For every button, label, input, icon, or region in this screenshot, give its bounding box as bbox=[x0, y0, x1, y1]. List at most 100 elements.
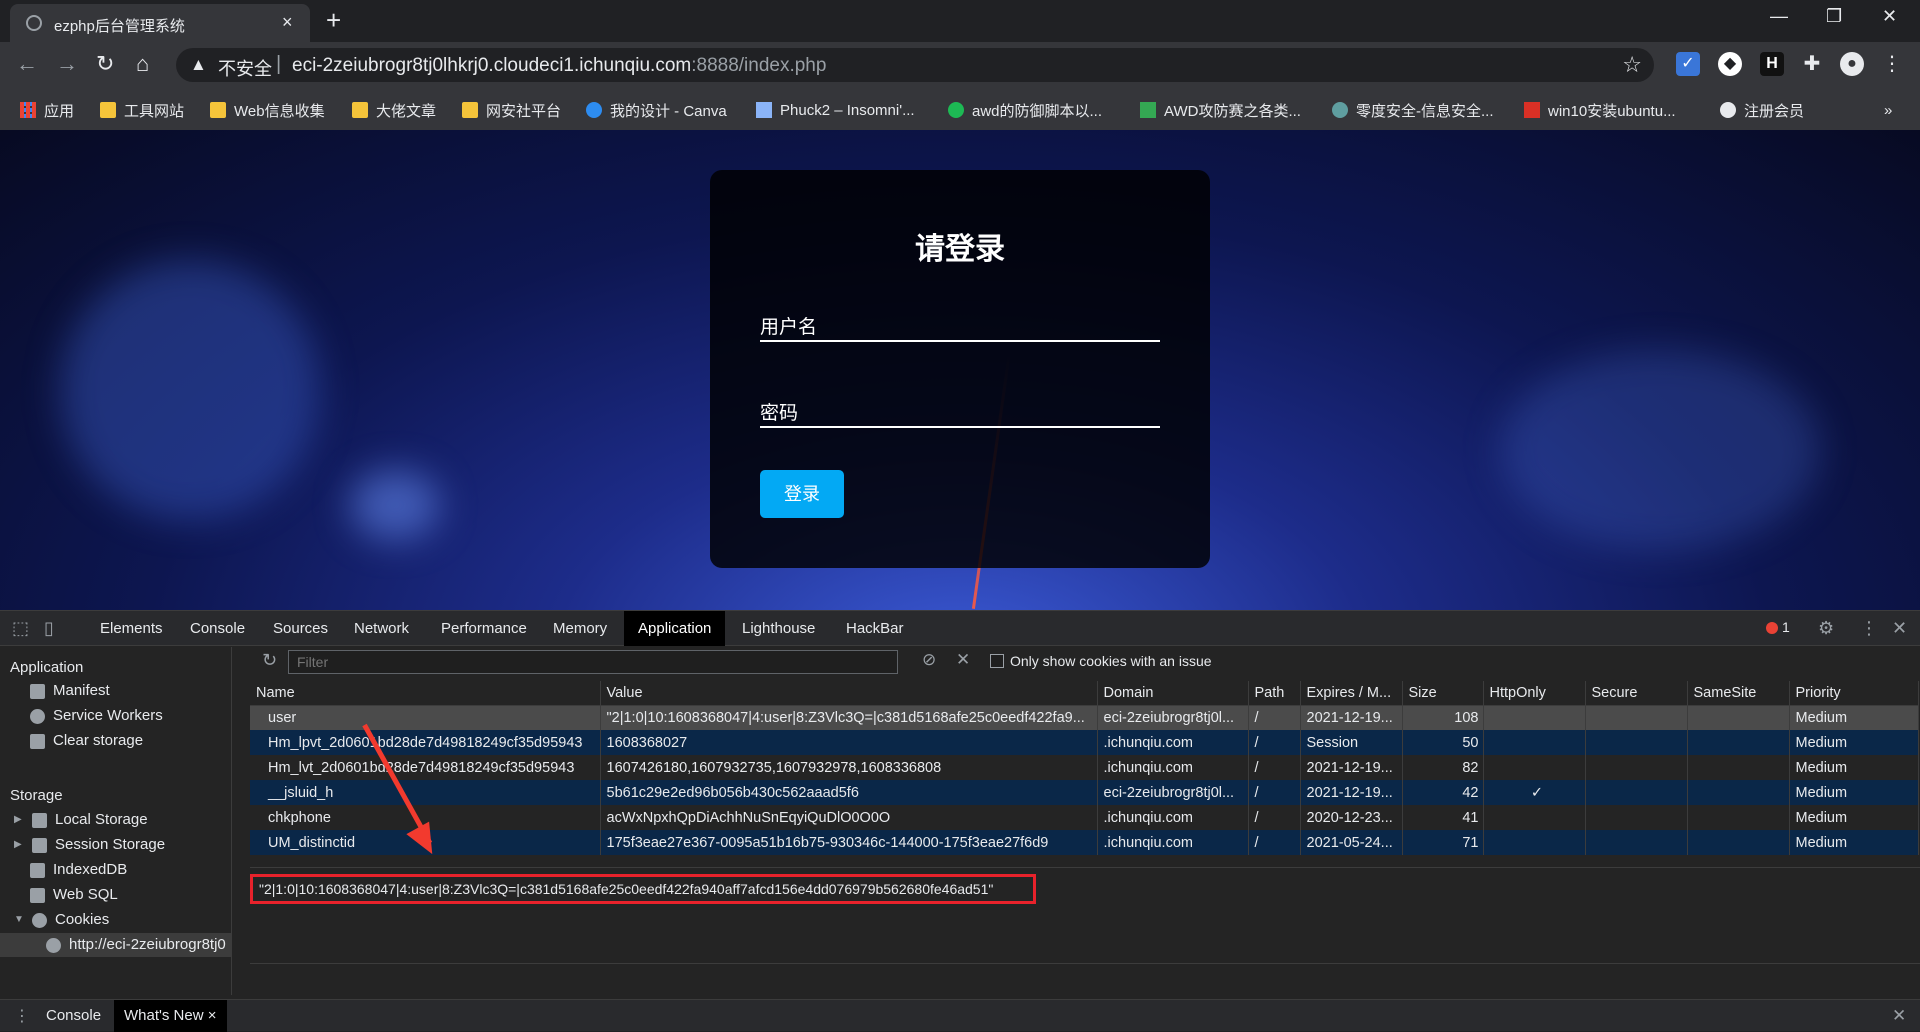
bookmark-awd-attack[interactable]: AWD攻防赛之各类... bbox=[1140, 99, 1301, 121]
table-row[interactable]: __jsluid_h 5b61c29e2ed96b056b430c562aaad… bbox=[250, 780, 1919, 805]
table-row[interactable]: Hm_lvt_2d0601bd28de7d49818249cf35d95943 … bbox=[250, 755, 1919, 780]
table-row[interactable]: user "2|1:0|10:1608368047|4:user|8:Z3Vlc… bbox=[250, 705, 1919, 730]
drawer-tab-console[interactable]: Console bbox=[36, 1000, 111, 1032]
address-bar[interactable]: ▲ 不安全 | eci-2zeiubrogr8tj0lhkrj0.cloudec… bbox=[176, 48, 1654, 82]
column-header-domain[interactable]: Domain bbox=[1097, 681, 1249, 706]
cell-path: / bbox=[1248, 830, 1301, 855]
bookmark-phuck2[interactable]: Phuck2 – Insomni'... bbox=[756, 99, 915, 121]
restore-button[interactable]: ❐ bbox=[1826, 6, 1842, 27]
bookmarks-overflow-button[interactable]: » bbox=[1884, 99, 1892, 121]
tab-elements[interactable]: Elements bbox=[86, 611, 177, 646]
drawer-tab-whats-new[interactable]: What's New × bbox=[114, 1000, 227, 1032]
minimize-button[interactable]: — bbox=[1770, 6, 1788, 27]
sidebar-item-cookies[interactable]: ▼ Cookies bbox=[14, 908, 109, 932]
column-header-size[interactable]: Size bbox=[1402, 681, 1484, 706]
refresh-icon[interactable]: ↻ bbox=[262, 650, 277, 671]
devtools-close-icon[interactable]: ✕ bbox=[1892, 618, 1907, 639]
sidebar-item-clear-storage[interactable]: Clear storage bbox=[30, 729, 143, 753]
device-toolbar-icon[interactable]: ▯ bbox=[44, 618, 54, 639]
bookmark-folder[interactable]: 网安社平台 bbox=[462, 99, 561, 121]
back-button[interactable]: ← bbox=[16, 52, 38, 76]
new-tab-button[interactable]: + bbox=[326, 7, 341, 33]
forward-button[interactable]: → bbox=[56, 52, 78, 76]
extension-fox-icon[interactable]: ◆ bbox=[1718, 52, 1742, 76]
url-text[interactable]: eci-2zeiubrogr8tj0lhkrj0.cloudeci1.ichun… bbox=[292, 55, 826, 77]
tab-console[interactable]: Console bbox=[176, 611, 259, 646]
home-button[interactable]: ⌂ bbox=[136, 52, 149, 76]
sidebar-item-cookie-origin[interactable]: http://eci-2zeiubrogr8tj0 bbox=[0, 933, 232, 957]
table-row[interactable]: chkphone acWxNpxhQpDiAchhNuSnEqyiQuDlO0O… bbox=[250, 805, 1919, 830]
bookmark-lingdu[interactable]: 零度安全-信息安全... bbox=[1332, 99, 1494, 121]
sidebar-item-manifest[interactable]: Manifest bbox=[30, 679, 110, 703]
sidebar-item-session-storage[interactable]: ▶ Session Storage bbox=[14, 833, 165, 857]
error-count-badge[interactable]: 1 bbox=[1766, 619, 1790, 635]
bookmark-register[interactable]: 注册会员 bbox=[1720, 99, 1804, 121]
column-header-secure[interactable]: Secure bbox=[1585, 681, 1688, 706]
bookmark-apps[interactable]: 应用 bbox=[20, 99, 74, 121]
cookie-value-preview[interactable]: "2|1:0|10:1608368047|4:user|8:Z3Vlc3Q=|c… bbox=[250, 874, 1036, 904]
only-issue-checkbox[interactable]: Only show cookies with an issue bbox=[990, 653, 1212, 669]
password-input[interactable]: 密码 bbox=[760, 398, 1160, 428]
table-row[interactable]: UM_distinctid 175f3eae27e367-0095a51b16b… bbox=[250, 830, 1919, 855]
sidebar-item-web-sql[interactable]: Web SQL bbox=[30, 883, 118, 907]
extension-h-icon[interactable]: H bbox=[1760, 52, 1784, 76]
bookmark-folder[interactable]: Web信息收集 bbox=[210, 99, 325, 121]
column-header-expires[interactable]: Expires / M... bbox=[1300, 681, 1403, 706]
settings-gear-icon[interactable]: ⚙ bbox=[1818, 618, 1834, 639]
preview-divider bbox=[250, 963, 1920, 964]
application-sidebar: Application Manifest Service Workers Cle… bbox=[0, 647, 232, 1025]
checkbox-box[interactable] bbox=[990, 654, 1004, 668]
bookmark-star-icon[interactable]: ☆ bbox=[1622, 52, 1642, 78]
bookmark-win10[interactable]: win10安装ubuntu... bbox=[1524, 99, 1676, 121]
delete-selected-icon[interactable]: ✕ bbox=[956, 650, 970, 670]
column-header-value[interactable]: Value bbox=[600, 681, 1098, 706]
inspect-element-icon[interactable]: ⬚ bbox=[12, 618, 29, 639]
devtools-menu-icon[interactable]: ⋮ bbox=[1860, 618, 1878, 639]
cell-size: 71 bbox=[1402, 830, 1484, 855]
bookmark-folder[interactable]: 大佬文章 bbox=[352, 99, 436, 121]
collapse-arrow-icon[interactable]: ▼ bbox=[14, 908, 24, 932]
profile-avatar-icon[interactable]: ● bbox=[1840, 52, 1864, 76]
window-close-button[interactable]: ✕ bbox=[1882, 6, 1897, 27]
bookmark-folder[interactable]: 工具网站 bbox=[100, 99, 184, 121]
browser-menu-icon[interactable]: ⋮ bbox=[1880, 52, 1904, 76]
tab-sources[interactable]: Sources bbox=[259, 611, 342, 646]
tab-network[interactable]: Network bbox=[340, 611, 423, 646]
column-header-httponly[interactable]: HttpOnly bbox=[1483, 681, 1586, 706]
username-input[interactable]: 用户名 bbox=[760, 312, 1160, 342]
sidebar-item-local-storage[interactable]: ▶ Local Storage bbox=[14, 808, 148, 832]
column-header-name[interactable]: Name bbox=[250, 681, 601, 706]
column-header-path[interactable]: Path bbox=[1248, 681, 1301, 706]
reload-button[interactable]: ↻ bbox=[96, 52, 114, 76]
extension-shield-icon[interactable]: ✓ bbox=[1676, 52, 1700, 76]
warning-icon[interactable]: ▲ bbox=[190, 55, 207, 75]
column-header-samesite[interactable]: SameSite bbox=[1687, 681, 1790, 706]
tab-memory[interactable]: Memory bbox=[539, 611, 621, 646]
bookmark-awd-defense[interactable]: awd的防御脚本以... bbox=[948, 99, 1102, 121]
drawer-close-icon[interactable]: ✕ bbox=[1892, 1006, 1906, 1026]
cell-expires: 2021-12-19... bbox=[1300, 755, 1403, 780]
tab-lighthouse[interactable]: Lighthouse bbox=[728, 611, 829, 646]
column-header-priority[interactable]: Priority bbox=[1789, 681, 1919, 706]
tab-application[interactable]: Application bbox=[624, 611, 726, 646]
storage-section-header: Storage bbox=[10, 787, 63, 804]
drawer-menu-icon[interactable]: ⋮ bbox=[14, 1006, 30, 1026]
security-label[interactable]: 不安全 bbox=[218, 55, 272, 81]
clear-all-icon[interactable]: ⊘ bbox=[922, 650, 936, 670]
sidebar-item-service-workers[interactable]: Service Workers bbox=[30, 704, 163, 728]
background-blob bbox=[60, 260, 320, 520]
tab-close-icon[interactable]: × bbox=[282, 12, 293, 33]
tab-hackbar[interactable]: HackBar bbox=[832, 611, 918, 646]
expand-arrow-icon[interactable]: ▶ bbox=[14, 808, 24, 832]
browser-tab[interactable]: ezphp后台管理系统 × bbox=[10, 4, 310, 42]
sidebar-item-indexeddb[interactable]: IndexedDB bbox=[30, 858, 127, 882]
cookie-filter-input[interactable] bbox=[288, 650, 898, 674]
bookmark-canva[interactable]: 我的设计 - Canva bbox=[586, 99, 727, 121]
extensions-puzzle-icon[interactable]: ✚ bbox=[1800, 52, 1824, 76]
page-viewport: 请登录 用户名 密码 登录 bbox=[0, 130, 1920, 610]
drawer-tab-close-icon[interactable]: × bbox=[208, 1007, 217, 1024]
table-row[interactable]: Hm_lpvt_2d0601bd28de7d49818249cf35d95943… bbox=[250, 730, 1919, 755]
expand-arrow-icon[interactable]: ▶ bbox=[14, 833, 24, 857]
tab-performance[interactable]: Performance bbox=[427, 611, 541, 646]
login-button[interactable]: 登录 bbox=[760, 470, 844, 518]
